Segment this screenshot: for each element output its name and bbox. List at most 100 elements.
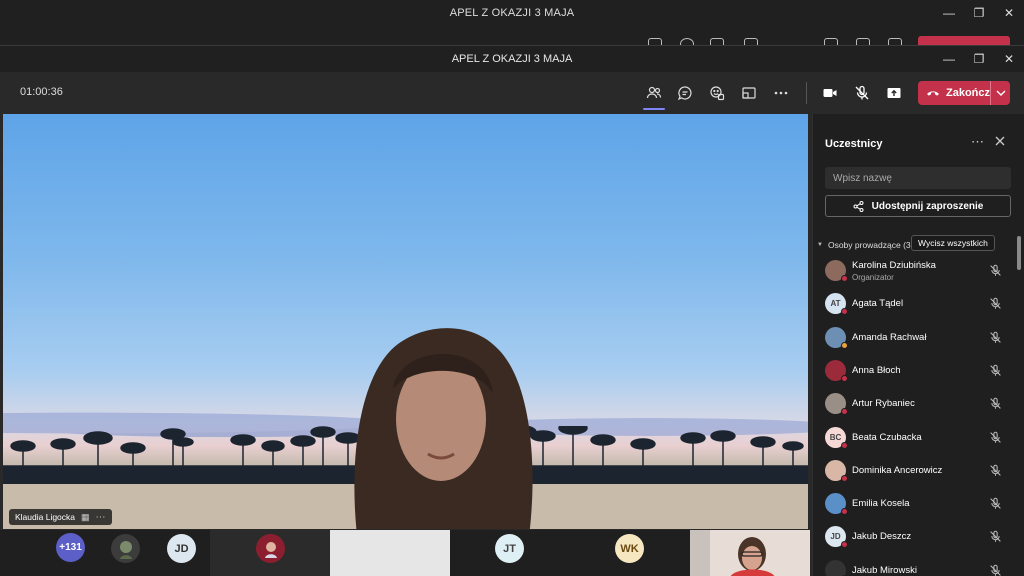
chat-icon [677,86,692,101]
participant-row[interactable]: Anna Błoch [813,354,1013,387]
meeting-toolbar: 01:00:36 Zakończ [0,72,1024,114]
speaker-video [354,328,533,529]
participants-button[interactable] [641,81,667,105]
gallery-avatar-jt[interactable]: JT [495,534,524,563]
mute-all-tooltip[interactable]: Wycisz wszystkich [911,235,995,251]
speaker-name-tag: Klaudia Ligocka ▦ ⋯ [9,509,112,525]
main-video-stage[interactable]: Klaudia Ligocka ▦ ⋯ [3,114,808,529]
toolbar-separator [806,82,807,104]
mic-off-icon[interactable] [989,297,1002,310]
end-call-main[interactable]: Zakończ [918,87,990,99]
participant-name: Anna Błoch [852,364,901,376]
panel-scrollbar[interactable] [1017,236,1021,270]
speaker-name: Klaudia Ligocka [15,512,76,522]
chat-button[interactable] [672,81,698,105]
participant-row[interactable]: Artur Rybaniec [813,387,1013,420]
background-window: APEL Z OKAZJI 3 MAJA — ❐ ✕ [0,0,1024,46]
avatar-image-icon [264,541,277,558]
close-icon[interactable]: ✕ [994,0,1024,26]
mic-off-icon[interactable] [989,497,1002,510]
end-call-button[interactable]: Zakończ [918,81,1010,105]
more-icon[interactable]: ⋯ [96,512,106,523]
restore-icon[interactable]: ❐ [964,0,994,26]
overflow-participants-count[interactable]: +131 [56,533,85,562]
participant-row[interactable]: Dominika Ancerowicz [813,454,1013,487]
section-label: Osoby prowadzące (30) [827,240,919,250]
avatar [256,534,285,563]
mic-off-icon[interactable] [989,431,1002,444]
mic-off-icon[interactable] [989,397,1002,410]
window-title: APEL Z OKAZJI 3 MAJA [451,53,573,65]
restore-icon[interactable]: ❐ [964,46,994,72]
avatar-initials: JD [174,542,189,555]
participant-row[interactable]: Jakub Mirowski [813,554,1013,576]
participant-name: Emilia Kosela [852,498,910,510]
share-tray-button[interactable] [736,81,762,105]
participant-name: Dominika Ancerowicz [852,464,943,476]
presence-status-icon [841,441,848,449]
mic-off-icon[interactable] [989,464,1002,477]
avatar[interactable] [111,534,140,563]
mic-off-icon[interactable] [989,564,1002,576]
more-actions-button[interactable] [768,81,794,105]
chevron-down-icon [996,90,1005,96]
panel-more-icon[interactable]: ⋯ [971,134,985,150]
presence-status-icon [841,374,848,382]
window-controls: — ❐ ✕ [934,46,1024,72]
reactions-icon [710,86,725,101]
participant-row[interactable]: BC Beata Czubacka [813,421,1013,454]
gallery-tile[interactable] [210,530,330,576]
minimize-icon[interactable]: — [934,0,964,26]
share-screen-button[interactable] [881,81,907,105]
participant-row[interactable]: JD Jakub Deszcz [813,520,1013,553]
gallery-video-tile[interactable] [690,530,810,576]
participant-name: Jakub Mirowski [852,564,917,576]
participant-row[interactable]: Amanda Rachwał [813,321,1013,354]
presence-status-icon [841,275,848,282]
presence-status-icon [841,308,848,316]
participant-row[interactable]: AT Agata Tądel [813,287,1013,320]
background-window-controls: — ❐ ✕ [934,0,1024,26]
presenters-section-header[interactable]: ▼ Osoby prowadzące (30) [817,240,918,250]
mute-button[interactable] [849,81,875,105]
panel-title: Uczestnicy [825,138,883,150]
share-screen-icon [887,88,901,98]
share-invite-button[interactable]: Udostępnij zaproszenie [825,195,1011,217]
video-gallery: +131 JD JT WK [0,530,810,576]
participant-row[interactable]: Emilia Kosela [813,487,1013,520]
participant-name: Agata Tądel [852,298,904,310]
end-call-dropdown[interactable] [990,81,1010,105]
gallery-video-tile[interactable] [330,530,450,576]
mic-off-icon[interactable] [989,530,1002,543]
participant-name: Amanda Rachwał [852,331,927,343]
minimize-icon[interactable]: — [934,46,964,72]
close-icon[interactable] [993,134,1007,148]
background-window-title: APEL Z OKAZJI 3 MAJA [449,7,575,19]
gallery-avatar-jd[interactable]: JD [167,534,196,563]
participant-search-input[interactable] [825,167,1011,189]
participant-row[interactable]: Karolina Dziubińska Organizator [813,254,1013,287]
mic-off-icon[interactable] [989,364,1002,377]
avatar-initials: JT [503,542,516,555]
close-icon[interactable]: ✕ [994,46,1024,72]
participant-video [690,530,775,576]
participant-name: Artur Rybaniec [852,398,915,410]
avatar [825,559,846,576]
share-invite-label: Udostępnij zaproszenie [871,200,984,212]
active-tab-indicator [643,108,665,110]
pin-icon[interactable]: ▦ [81,512,90,523]
participants-panel: Uczestnicy ⋯ Udostępnij zaproszenie ▼ Os… [812,114,1024,576]
avatar-initials: WK [620,542,639,555]
reactions-button[interactable] [704,81,730,105]
participants-icon [646,86,662,99]
share-tray-icon [742,87,756,99]
more-icon [774,91,788,95]
camera-button[interactable] [817,81,843,105]
presence-status-icon [841,474,848,482]
gallery-avatar-wk[interactable]: WK [615,534,644,563]
participant-name: Beata Czubacka [852,431,922,443]
mic-off-icon[interactable] [989,264,1002,277]
mic-off-icon[interactable] [989,331,1002,344]
presence-status-icon [841,341,848,349]
avatar-image-icon [119,540,132,559]
